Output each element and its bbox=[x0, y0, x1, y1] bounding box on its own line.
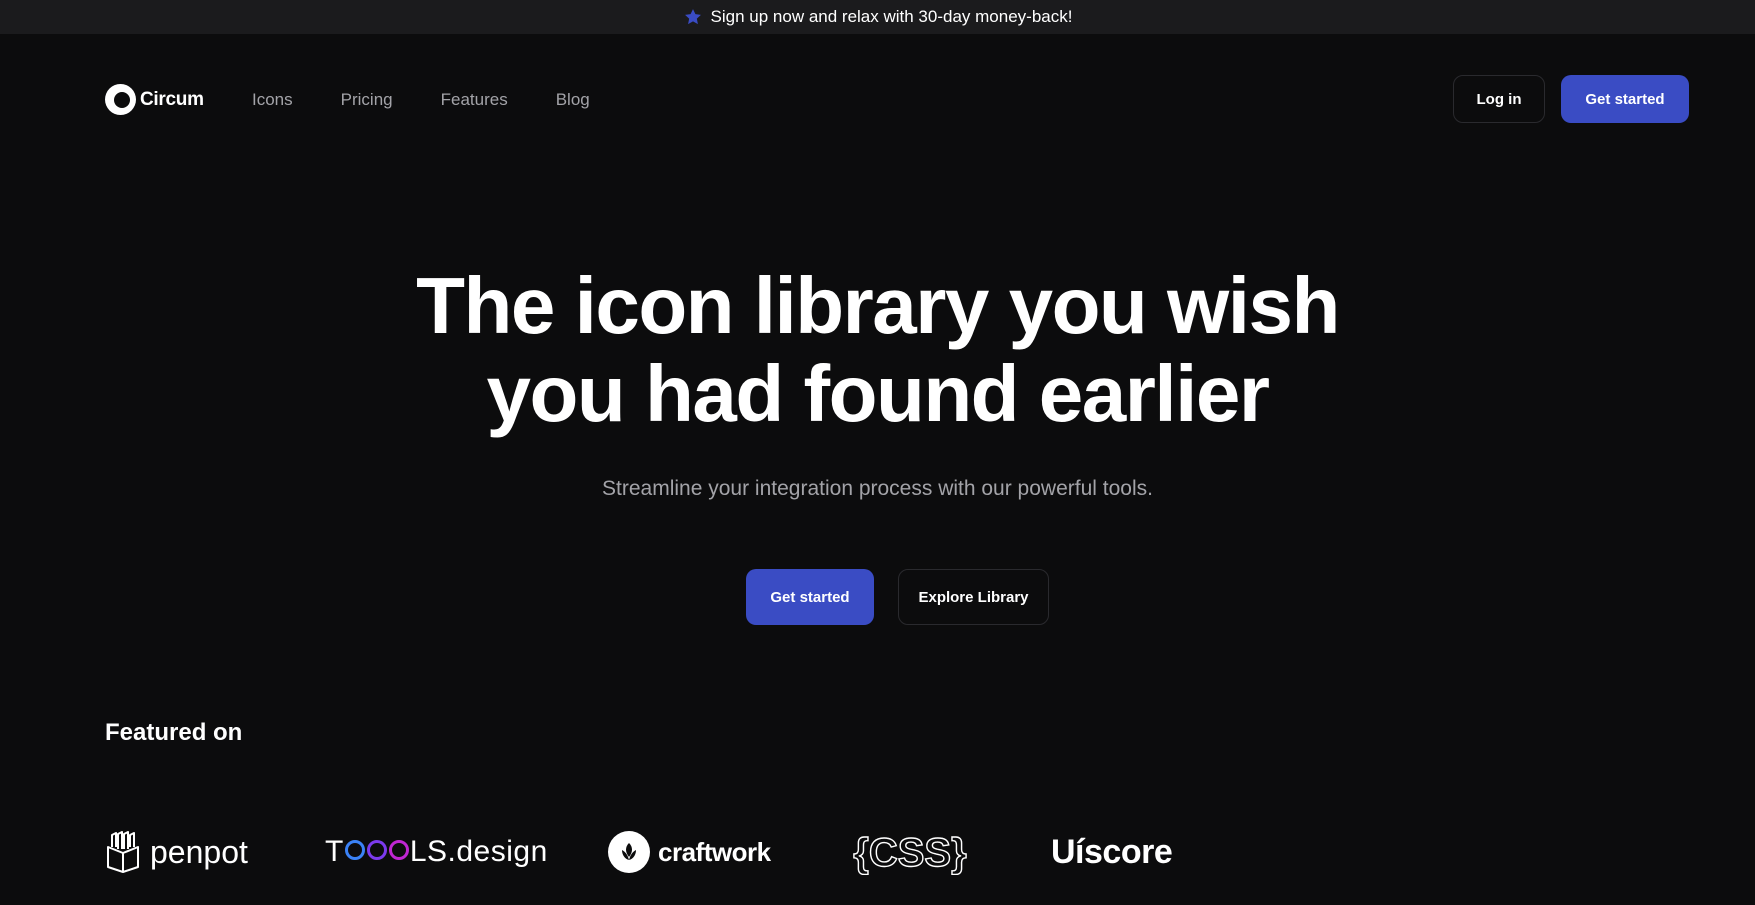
nav-links: Icons Pricing Features Blog bbox=[252, 90, 590, 110]
hero-title-line-1: The icon library you wish bbox=[416, 261, 1340, 350]
circum-logo-icon bbox=[105, 84, 136, 115]
nav-link-icons[interactable]: Icons bbox=[252, 90, 293, 110]
penpot-icon bbox=[107, 831, 139, 873]
login-button[interactable]: Log in bbox=[1453, 75, 1545, 123]
hero-title: The icon library you wish you had found … bbox=[0, 262, 1755, 438]
toools-o-icon bbox=[388, 840, 409, 860]
toools-design-logo[interactable]: T LS.design bbox=[325, 828, 548, 876]
toools-suffix: LS.design bbox=[409, 835, 548, 868]
penpot-logo[interactable]: penpot bbox=[106, 828, 248, 876]
star-icon bbox=[684, 9, 701, 25]
toools-o-icon bbox=[366, 840, 387, 860]
hero-title-line-2: you had found earlier bbox=[486, 349, 1270, 438]
hero-subtitle: Streamline your integration process with… bbox=[602, 477, 1153, 500]
css-wordmark: {CSS} bbox=[853, 831, 966, 875]
craftwork-leaf-icon bbox=[608, 831, 650, 873]
announcement-banner: Sign up now and relax with 30-day money-… bbox=[0, 0, 1755, 34]
penpot-wordmark: penpot bbox=[150, 833, 248, 870]
logo[interactable]: Circum bbox=[105, 84, 204, 115]
toools-o-icon bbox=[344, 840, 365, 860]
explore-library-button[interactable]: Explore Library bbox=[898, 569, 1049, 625]
nav-link-features[interactable]: Features bbox=[441, 90, 508, 110]
nav-link-pricing[interactable]: Pricing bbox=[341, 90, 393, 110]
css-brand-icon: {CSS} bbox=[853, 830, 968, 875]
hero-get-started-button[interactable]: Get started bbox=[746, 569, 874, 625]
logo-text: Circum bbox=[140, 88, 204, 110]
uiscore-wordmark: Uíscore bbox=[1051, 832, 1173, 871]
craftwork-wordmark: craftwork bbox=[658, 836, 771, 867]
toools-prefix: T bbox=[325, 835, 344, 868]
css-logo[interactable]: {CSS} bbox=[847, 828, 973, 876]
featured-title: Featured on bbox=[105, 719, 243, 746]
craftwork-logo[interactable]: craftwork bbox=[608, 828, 771, 876]
header-get-started-button[interactable]: Get started bbox=[1561, 75, 1689, 123]
nav-link-blog[interactable]: Blog bbox=[556, 90, 590, 110]
banner-text: Sign up now and relax with 30-day money-… bbox=[710, 7, 1073, 26]
uiscore-logo[interactable]: Uíscore bbox=[1051, 828, 1173, 876]
